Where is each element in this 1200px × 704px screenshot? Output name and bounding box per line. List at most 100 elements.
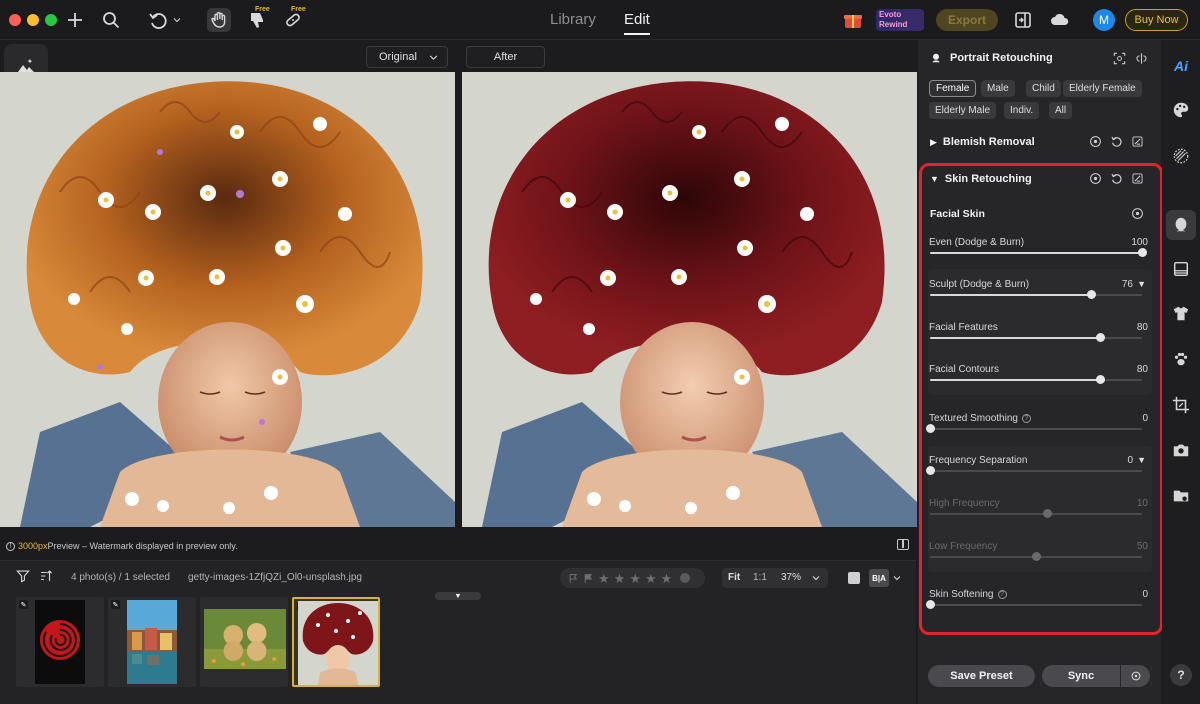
chip-male[interactable]: Male: [981, 80, 1015, 97]
slider-low-frequency[interactable]: Low Frequency 50: [928, 541, 1148, 581]
slider-track[interactable]: [926, 466, 1142, 475]
window-zoom-button[interactable]: [45, 14, 57, 26]
slider-knob[interactable]: [1042, 509, 1052, 518]
filmstrip-collapse-handle[interactable]: ▼: [435, 592, 481, 600]
after-photo[interactable]: [462, 72, 917, 527]
window-minimize-button[interactable]: [27, 14, 39, 26]
reject-flag-icon[interactable]: [583, 573, 594, 584]
hand-tool-icon[interactable]: [207, 8, 231, 32]
visibility-eye-icon[interactable]: [1131, 207, 1144, 220]
slider-textured-smoothing[interactable]: Textured Smoothing? 0: [926, 413, 1148, 453]
visibility-eye-icon[interactable]: [1089, 172, 1102, 185]
slider-track[interactable]: [930, 509, 1142, 518]
zoom-level[interactable]: 37%: [781, 572, 801, 583]
compare-view-button[interactable]: B|A: [869, 569, 889, 587]
before-photo[interactable]: [0, 72, 455, 527]
rating-star-1[interactable]: ★: [598, 572, 610, 585]
crop-icon[interactable]: [1171, 395, 1191, 415]
chevron-down-icon[interactable]: [892, 573, 902, 583]
evoto-rewind-banner[interactable]: Evoto Rewind: [876, 9, 924, 31]
paw-icon[interactable]: [1171, 349, 1191, 369]
slider-track[interactable]: [930, 248, 1147, 257]
slider-knob[interactable]: [1095, 333, 1105, 342]
panel-toggle-icon[interactable]: [1011, 8, 1035, 32]
avatar[interactable]: M: [1093, 9, 1115, 31]
window-close-button[interactable]: [9, 14, 21, 26]
chip-elderly-male[interactable]: Elderly Male: [929, 102, 997, 119]
thumbnail-flower-hair-portrait[interactable]: ✎: [292, 597, 380, 687]
slider-knob[interactable]: [1032, 552, 1041, 561]
palette-icon[interactable]: [1171, 100, 1191, 120]
zoom-1to1-button[interactable]: 1:1: [753, 572, 767, 583]
folder-view-icon[interactable]: [1171, 486, 1191, 506]
thumbnail-city-canal[interactable]: ✎: [108, 597, 196, 687]
slider-knob[interactable]: [1095, 375, 1105, 384]
flag-icon[interactable]: [568, 573, 579, 584]
rating-star-5[interactable]: ★: [661, 572, 673, 585]
slider-even-dodge-burn[interactable]: Even (Dodge & Burn) 100: [928, 237, 1148, 277]
slider-facial-contours[interactable]: Facial Contours 80: [928, 364, 1148, 404]
chip-individual[interactable]: Indiv.: [1004, 102, 1040, 119]
sync-settings-icon[interactable]: [1121, 665, 1150, 687]
save-preset-button[interactable]: Save Preset: [928, 665, 1035, 687]
buy-now-button[interactable]: Buy Now: [1125, 9, 1188, 31]
slider-track[interactable]: [926, 424, 1142, 433]
slider-track[interactable]: [926, 600, 1142, 609]
erase-icon[interactable]: [1131, 172, 1144, 185]
clothing-icon[interactable]: [1171, 303, 1191, 323]
rating-star-2[interactable]: ★: [614, 572, 626, 585]
gift-icon[interactable]: [842, 9, 864, 31]
sort-icon[interactable]: [37, 567, 55, 585]
background-icon[interactable]: [1171, 259, 1191, 279]
add-icon[interactable]: [63, 8, 87, 32]
after-view-label[interactable]: After: [466, 46, 545, 68]
help-button[interactable]: ?: [1170, 664, 1192, 686]
export-button[interactable]: Export: [936, 9, 998, 31]
thumbnail-puppies[interactable]: [200, 597, 288, 687]
color-label-icon[interactable]: [680, 573, 691, 583]
face-retouch-icon[interactable]: [1171, 215, 1191, 235]
expand-triangle-icon[interactable]: ▼: [1137, 279, 1146, 289]
camera-icon[interactable]: [1171, 440, 1191, 460]
chevron-down-icon[interactable]: [811, 573, 821, 583]
slider-high-frequency[interactable]: High Frequency 10: [928, 498, 1148, 538]
single-view-icon[interactable]: [848, 572, 860, 584]
help-icon[interactable]: ?: [1021, 414, 1031, 423]
slider-track[interactable]: [930, 375, 1142, 384]
zoom-fit-button[interactable]: Fit: [728, 572, 740, 583]
face-select-icon[interactable]: [1113, 52, 1126, 65]
visibility-eye-icon[interactable]: [1089, 135, 1102, 148]
slider-knob[interactable]: [1087, 290, 1097, 299]
slider-frequency-separation[interactable]: Frequency Separation 0 ▼: [926, 455, 1148, 495]
chip-child[interactable]: Child: [1026, 80, 1061, 97]
chip-all[interactable]: All: [1049, 102, 1073, 119]
blemish-removal-section[interactable]: ▶ Blemish Removal: [930, 132, 1150, 152]
thumbnail-red-spiral[interactable]: ✎: [16, 597, 104, 687]
undo-icon[interactable]: [146, 8, 170, 32]
undo-history-chevron-icon[interactable]: [170, 8, 184, 32]
sync-button[interactable]: Sync: [1042, 665, 1120, 687]
tab-edit[interactable]: Edit: [624, 11, 650, 28]
slider-skin-softening[interactable]: Skin Softening? 0: [926, 589, 1148, 629]
slider-track[interactable]: [930, 333, 1142, 342]
expand-triangle-icon[interactable]: ▼: [1137, 455, 1146, 465]
slider-knob[interactable]: [926, 424, 935, 433]
help-icon[interactable]: ?: [997, 590, 1007, 599]
rating-star-4[interactable]: ★: [645, 572, 657, 585]
cloud-icon[interactable]: [1048, 8, 1072, 32]
split-view-icon[interactable]: [897, 539, 909, 550]
reset-icon[interactable]: [1110, 172, 1123, 185]
search-icon[interactable]: [99, 8, 123, 32]
erase-icon[interactable]: [1131, 135, 1144, 148]
tab-library[interactable]: Library: [550, 11, 596, 28]
ai-icon[interactable]: Ai: [1171, 56, 1191, 76]
texture-icon[interactable]: [1171, 146, 1191, 166]
original-view-dropdown[interactable]: Original: [366, 46, 448, 68]
slider-facial-features[interactable]: Facial Features 80: [928, 322, 1148, 362]
slider-track[interactable]: [930, 290, 1142, 299]
slider-sculpt-dodge-burn[interactable]: Sculpt (Dodge & Burn) 76 ▼: [928, 279, 1148, 319]
chip-elderly-female[interactable]: Elderly Female: [1063, 80, 1142, 97]
slider-knob[interactable]: [1138, 248, 1147, 257]
slider-track[interactable]: [930, 552, 1142, 561]
chip-female[interactable]: Female: [929, 80, 977, 97]
